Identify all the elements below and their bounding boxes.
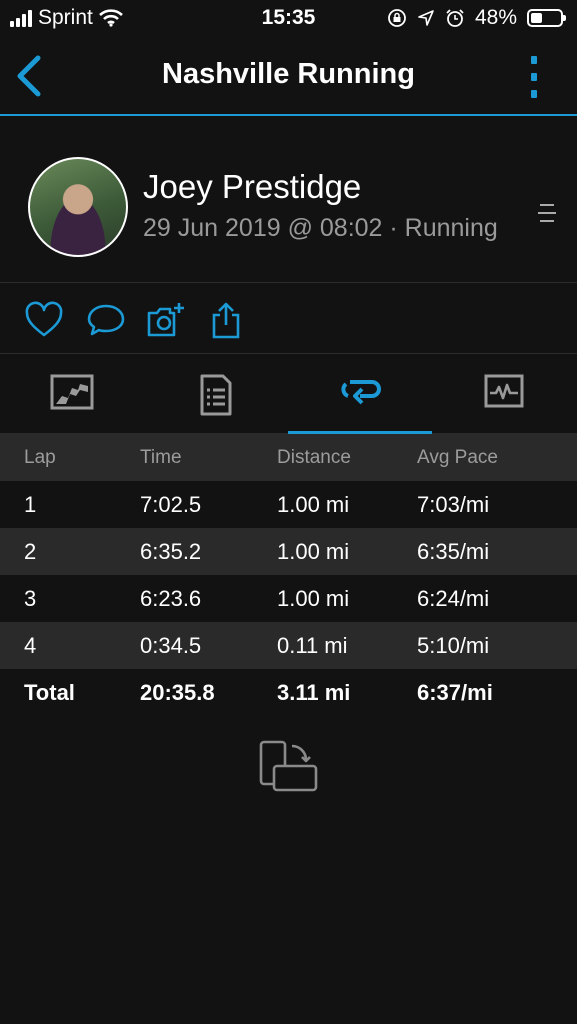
status-bar: Sprint 15:35 48%	[0, 0, 577, 38]
lap-distance: 1.00 mi	[277, 491, 350, 517]
total-row: Total 20:35.8 3.11 mi 6:37/mi	[0, 669, 577, 716]
header-time: Time	[140, 446, 182, 468]
status-right: 48%	[387, 6, 566, 30]
lap-number: 1	[24, 491, 37, 517]
battery-icon	[527, 9, 566, 27]
action-bar	[0, 283, 577, 354]
total-label: Total	[24, 679, 75, 705]
activity-tabs	[0, 354, 577, 434]
lap-pace: 6:24/mi	[417, 585, 490, 611]
lap-distance: 1.00 mi	[277, 538, 350, 564]
lap-distance: 1.00 mi	[277, 585, 350, 611]
header-distance: Distance	[277, 446, 351, 468]
map-icon	[50, 374, 94, 410]
rotate-device-icon[interactable]	[258, 740, 318, 794]
location-icon	[418, 10, 434, 26]
lap-number: 3	[24, 585, 37, 611]
tab-charts[interactable]	[432, 354, 576, 433]
table-row: 1 7:02.5 1.00 mi 7:03/mi	[0, 481, 577, 528]
lap-pace: 5:10/mi	[417, 632, 490, 658]
total-distance: 3.11 mi	[277, 679, 351, 705]
comment-icon[interactable]	[86, 301, 126, 339]
kebab-menu-icon[interactable]	[529, 56, 539, 98]
avatar[interactable]	[28, 157, 128, 257]
activity-header: Joey Prestidge 29 Jun 2019 @ 08:02 · Run…	[0, 116, 577, 283]
total-pace: 6:37/mi	[417, 679, 493, 705]
laps-icon	[341, 380, 381, 405]
nav-bar: Nashville Running	[0, 38, 577, 116]
table-row: 3 6:23.6 1.00 mi 6:24/mi	[0, 575, 577, 622]
user-name[interactable]: Joey Prestidge	[143, 168, 361, 206]
lap-number: 2	[24, 538, 37, 564]
charts-icon	[484, 374, 524, 408]
header-avg-pace: Avg Pace	[417, 446, 498, 468]
table-row: 4 0:34.5 0.11 mi 5:10/mi	[0, 622, 577, 669]
lap-time: 6:35.2	[140, 538, 202, 564]
orientation-lock-icon	[388, 9, 406, 27]
share-icon[interactable]	[206, 301, 246, 339]
lap-time: 7:02.5	[140, 491, 202, 517]
lap-pace: 7:03/mi	[417, 491, 490, 517]
details-icon	[200, 374, 232, 416]
lap-pace: 6:35/mi	[417, 538, 490, 564]
laps-header: Lap Time Distance Avg Pace	[0, 434, 577, 481]
total-time: 20:35.8	[140, 679, 215, 705]
alarm-icon	[446, 9, 464, 27]
tab-map[interactable]	[0, 354, 144, 433]
battery-percent: 48%	[474, 6, 517, 29]
list-menu-icon[interactable]	[535, 202, 559, 224]
tab-laps[interactable]	[288, 354, 432, 434]
laps-table: Lap Time Distance Avg Pace 1 7:02.5 1.00…	[0, 434, 577, 716]
page-title: Nashville Running	[162, 58, 415, 90]
activity-subtitle: 29 Jun 2019 @ 08:02 · Running	[143, 214, 498, 242]
add-photo-icon[interactable]	[146, 301, 186, 339]
table-row: 2 6:35.2 1.00 mi 6:35/mi	[0, 528, 577, 575]
tab-details[interactable]	[144, 354, 288, 433]
lap-distance: 0.11 mi	[277, 632, 348, 658]
header-lap: Lap	[24, 446, 56, 468]
lap-time: 0:34.5	[140, 632, 202, 658]
lap-time: 6:23.6	[140, 585, 202, 611]
heart-icon[interactable]	[24, 301, 64, 339]
lap-number: 4	[24, 632, 37, 658]
